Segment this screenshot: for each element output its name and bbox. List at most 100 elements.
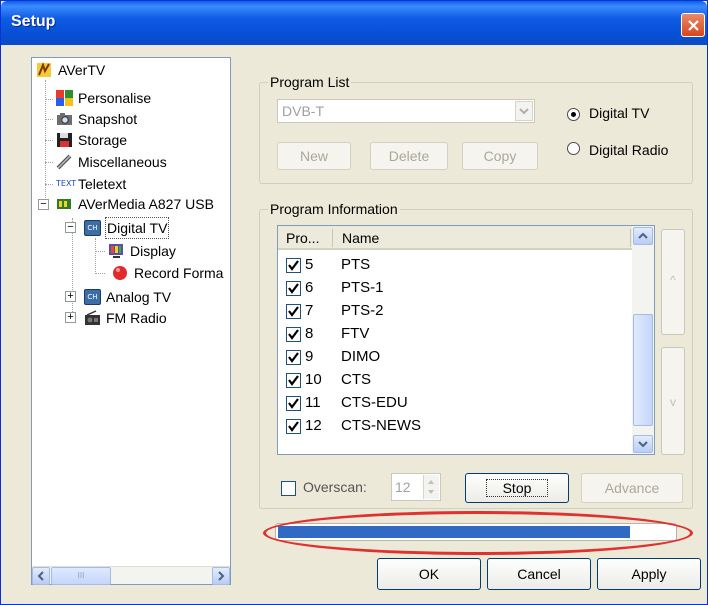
apply-button[interactable]: Apply	[597, 558, 701, 590]
column-separator[interactable]	[332, 229, 333, 247]
check-icon	[288, 398, 299, 409]
program-checkbox[interactable]	[286, 373, 301, 388]
program-checkbox[interactable]	[286, 350, 301, 365]
program-number: 10	[305, 371, 322, 388]
program-checkbox[interactable]	[286, 396, 301, 411]
settings-tree[interactable]: AVerTV Personalise Snapshot Storage Misc…	[31, 57, 231, 585]
tree-connector	[72, 218, 73, 318]
highlight-annotation	[263, 511, 693, 555]
window-title: Setup	[11, 13, 56, 30]
tree-connector	[45, 184, 53, 185]
advance-button[interactable]: Advance	[581, 473, 683, 503]
program-name: CTS	[341, 371, 371, 388]
delete-button[interactable]: Delete	[370, 142, 448, 170]
cancel-button[interactable]: Cancel	[487, 558, 591, 590]
program-name: PTS-2	[341, 302, 384, 319]
tree-item-label: Snapshot	[78, 111, 138, 127]
scroll-down-button[interactable]	[633, 435, 653, 453]
program-name: DIMO	[341, 348, 381, 365]
channel-icon: CH	[84, 289, 101, 305]
tree-item-label: Teletext	[78, 176, 127, 192]
column-header-name[interactable]: Name	[342, 230, 379, 246]
tv-device-icon	[57, 199, 71, 209]
digital-tv-radio-label: Digital TV	[589, 105, 650, 121]
table-row[interactable]: 12 CTS-NEWS	[286, 415, 616, 438]
column-separator[interactable]	[630, 229, 631, 247]
program-checkbox[interactable]	[286, 304, 301, 319]
expand-toggle[interactable]: +	[65, 312, 76, 323]
program-number: 9	[305, 348, 314, 365]
teletext-icon: TEXT	[56, 179, 77, 188]
program-checkbox[interactable]	[286, 419, 301, 434]
overscan-value: 12	[395, 479, 411, 495]
scroll-thumb[interactable]: III	[51, 567, 111, 585]
move-down-button[interactable]: v	[661, 347, 685, 455]
tree-connector	[45, 119, 53, 120]
move-up-button[interactable]: ^	[661, 229, 685, 335]
up-down-arrows-icon	[428, 480, 434, 494]
check-icon	[288, 375, 299, 386]
check-icon	[288, 283, 299, 294]
table-row[interactable]: 8 FTV	[286, 323, 616, 346]
program-checkbox[interactable]	[286, 281, 301, 296]
tree-connector	[95, 238, 96, 274]
stop-button[interactable]: Stop	[465, 473, 569, 503]
tree-item-label: FM Radio	[106, 310, 167, 326]
spinner-buttons[interactable]	[423, 475, 439, 499]
tree-connector	[95, 273, 105, 274]
program-checkbox[interactable]	[286, 258, 301, 273]
tree-item-label: AVerMedia A827 USB	[78, 196, 214, 212]
close-icon	[688, 20, 699, 31]
digital-radio-radio[interactable]	[567, 142, 580, 155]
close-button[interactable]	[681, 13, 705, 37]
stop-button-label: Stop	[485, 479, 549, 497]
list-header: Pro... Name	[278, 226, 632, 250]
copy-button[interactable]: Copy	[462, 142, 538, 170]
column-header-number[interactable]: Pro...	[286, 230, 319, 246]
expand-toggle[interactable]: +	[65, 291, 76, 302]
program-number: 7	[305, 302, 314, 319]
program-name: FTV	[341, 325, 370, 342]
table-row[interactable]: 6 PTS-1	[286, 277, 616, 300]
scroll-right-button[interactable]	[212, 567, 230, 585]
tree-item-label: Miscellaneous	[78, 154, 167, 170]
program-number: 11	[305, 394, 321, 411]
chevron-down-icon	[519, 108, 529, 115]
scroll-up-button[interactable]	[633, 227, 653, 245]
overscan-checkbox[interactable]	[281, 481, 296, 496]
collapse-toggle[interactable]: −	[38, 199, 49, 210]
table-row[interactable]: 10 CTS	[286, 369, 616, 392]
overscan-label: Overscan:	[303, 479, 367, 495]
table-row[interactable]: 9 DIMO	[286, 346, 616, 369]
scroll-thumb[interactable]	[633, 314, 653, 426]
tree-horizontal-scrollbar[interactable]: III	[32, 566, 230, 585]
channel-icon: CH	[84, 220, 101, 236]
table-row[interactable]: 7 PTS-2	[286, 300, 616, 323]
program-checkbox[interactable]	[286, 327, 301, 342]
collapse-toggle[interactable]: −	[65, 222, 76, 233]
ok-button[interactable]: OK	[377, 558, 481, 590]
check-icon	[288, 421, 299, 432]
display-icon	[109, 244, 123, 258]
program-number: 5	[305, 256, 314, 273]
floppy-disk-icon	[57, 133, 72, 147]
program-name: CTS-EDU	[341, 394, 408, 411]
program-list-title: Program List	[268, 74, 352, 90]
table-row[interactable]: 5 PTS	[286, 254, 616, 277]
scroll-left-button[interactable]	[32, 567, 50, 585]
program-list-combo[interactable]: DVB-T	[277, 99, 535, 123]
program-information-title: Program Information	[268, 201, 400, 217]
new-button[interactable]: New	[277, 142, 351, 170]
setup-dialog: Setup AVerTV Personalise Snapshot Storag…	[0, 0, 708, 605]
check-icon	[288, 352, 299, 363]
list-vertical-scrollbar[interactable]	[632, 226, 654, 454]
chevron-right-icon	[218, 571, 225, 581]
tree-item-label: Display	[130, 243, 176, 259]
table-row[interactable]: 11 CTS-EDU	[286, 392, 616, 415]
chevron-left-icon	[37, 571, 44, 581]
combo-dropdown-button[interactable]	[515, 101, 533, 121]
digital-tv-radio[interactable]	[567, 108, 580, 121]
overscan-spinner[interactable]: 12	[391, 473, 441, 501]
program-list-view[interactable]: Pro... Name 5 PTS 6 PTS-1 7 PTS-2 8 FTV	[277, 225, 655, 455]
digital-radio-radio-label: Digital Radio	[589, 142, 669, 158]
